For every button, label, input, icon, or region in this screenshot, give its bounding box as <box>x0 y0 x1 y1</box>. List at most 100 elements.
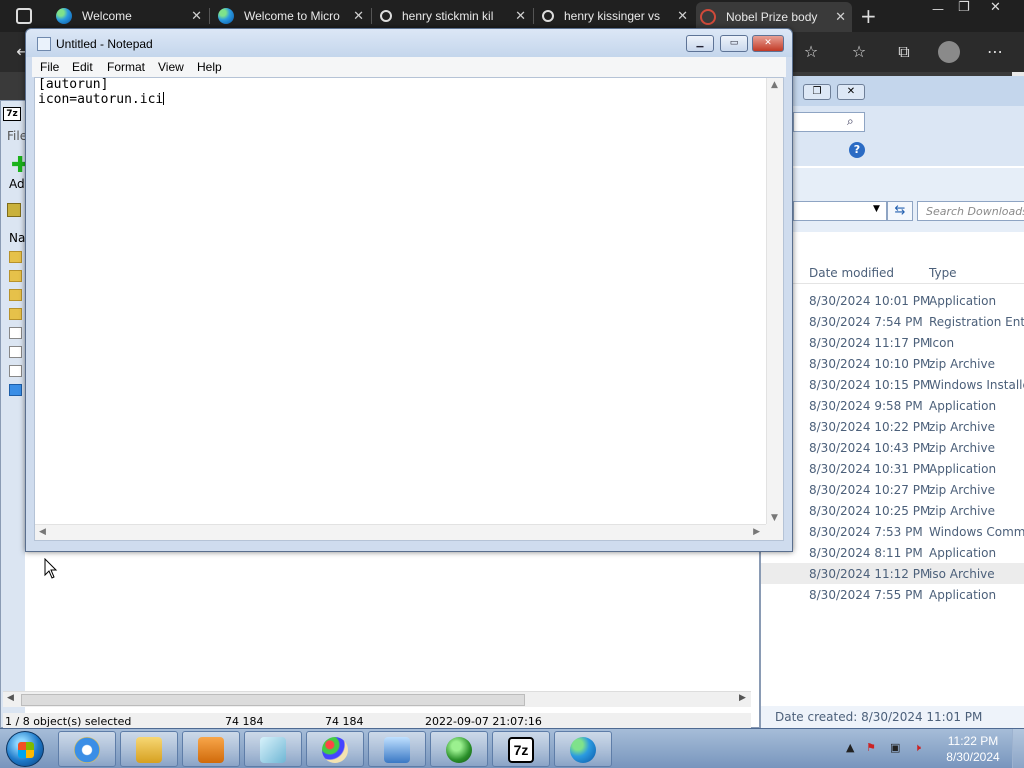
notepad-vertical-scrollbar[interactable]: ▲ ▼ <box>766 78 783 525</box>
status-modified: 2022-09-07 21:07:16 <box>425 715 542 728</box>
menu-edit[interactable]: Edit <box>72 60 93 74</box>
taskbar-media-player[interactable] <box>182 731 240 767</box>
column-type[interactable]: Type <box>929 266 957 280</box>
close-icon[interactable]: ✕ <box>353 8 364 24</box>
cell-date-modified: 8/30/2024 11:17 PM <box>809 336 931 350</box>
notepad-titlebar[interactable]: Untitled - Notepad ▁ ▭ ✕ <box>26 29 792 57</box>
clock-date[interactable]: 8/30/2024 <box>940 750 1006 764</box>
table-row[interactable]: 8/30/2024 10:31 PM Application <box>761 458 1024 479</box>
close-icon[interactable]: ✕ <box>835 9 846 25</box>
maximize-button[interactable]: ❐ <box>958 0 970 15</box>
menu-format[interactable]: Format <box>107 60 145 74</box>
sevenzip-horizontal-scrollbar[interactable]: ◀ ▶ <box>3 691 751 707</box>
notepad-close-button[interactable]: ✕ <box>752 35 784 52</box>
explorer-address-box[interactable] <box>793 112 865 132</box>
taskbar-7zip[interactable]: 7z <box>492 731 550 767</box>
show-hidden-icons[interactable]: ▲ <box>846 741 854 754</box>
table-row[interactable]: 8/30/2024 11:12 PM iso Archive <box>761 563 1024 584</box>
taskbar-edge[interactable] <box>554 731 612 767</box>
menu-help[interactable]: Help <box>197 60 222 74</box>
taskbar-internet-explorer[interactable] <box>58 731 116 767</box>
selected-file-icon[interactable] <box>9 384 22 396</box>
close-icon[interactable]: ✕ <box>515 8 526 24</box>
table-row[interactable]: 8/30/2024 7:53 PM Windows Command <box>761 521 1024 542</box>
tab-actions-icon[interactable] <box>16 8 32 24</box>
taskbar-paint[interactable] <box>306 731 364 767</box>
folder-icon[interactable] <box>9 308 22 320</box>
table-row[interactable]: 8/30/2024 10:01 PM Application <box>761 290 1024 311</box>
volume-muted-icon[interactable]: 🕨 <box>914 741 921 755</box>
network-tray-icon[interactable]: ▣ <box>890 741 900 754</box>
scroll-thumb[interactable] <box>21 694 525 706</box>
chevron-down-icon[interactable]: ▼ <box>873 204 880 214</box>
refresh-icon[interactable]: ⇆ <box>887 201 913 221</box>
table-row[interactable]: 8/30/2024 10:43 PM zip Archive <box>761 437 1024 458</box>
table-row[interactable]: 8/30/2024 7:54 PM Registration Entries <box>761 311 1024 332</box>
tab-henry-stickmin[interactable]: henry stickmin kil ✕ <box>376 4 534 28</box>
tab-label: henry kissinger vs <box>564 9 660 23</box>
table-row[interactable]: 8/30/2024 9:58 PM Application <box>761 395 1024 416</box>
table-row[interactable]: 8/30/2024 10:15 PMWindows Installer <box>761 374 1024 395</box>
table-row[interactable]: 8/30/2024 10:22 PM zip Archive <box>761 416 1024 437</box>
close-window-button[interactable]: ✕ <box>990 0 1001 15</box>
minimize-button[interactable]: — <box>932 2 944 16</box>
document-icon[interactable] <box>9 327 22 339</box>
up-folder-icon[interactable] <box>7 203 21 217</box>
cell-type: Application <box>929 546 997 560</box>
table-row[interactable]: 8/30/2024 7:55 PM Application <box>761 584 1024 605</box>
explorer-restore-button[interactable]: ❐ <box>803 84 831 100</box>
sevenzip-name-column[interactable]: Na <box>9 231 25 245</box>
notepad-maximize-button[interactable]: ▭ <box>720 35 748 52</box>
folder-icon[interactable] <box>9 289 22 301</box>
scroll-left-icon[interactable]: ◀ <box>39 527 46 537</box>
profile-avatar[interactable] <box>938 41 960 63</box>
favorites-icon[interactable]: ☆ <box>848 41 870 63</box>
taskbar-notepad[interactable] <box>244 731 302 767</box>
document-icon[interactable] <box>9 365 22 377</box>
favorite-add-icon[interactable]: ☆ <box>800 41 822 63</box>
tab-welcome[interactable]: Welcome ✕ <box>52 4 210 28</box>
show-desktop-button[interactable] <box>1012 729 1024 768</box>
table-row[interactable]: 8/30/2024 8:11 PM Application <box>761 542 1024 563</box>
start-button[interactable] <box>6 731 44 767</box>
table-row[interactable]: 8/30/2024 10:27 PM zip Archive <box>761 479 1024 500</box>
table-row[interactable]: 8/30/2024 10:25 PM zip Archive <box>761 500 1024 521</box>
document-icon[interactable] <box>9 346 22 358</box>
scroll-down-icon[interactable]: ▼ <box>771 513 778 523</box>
collections-icon[interactable]: ⧉ <box>893 41 915 63</box>
notepad-horizontal-scrollbar[interactable]: ◀ ▶ <box>35 524 766 540</box>
table-row[interactable]: 8/30/2024 11:17 PM Icon <box>761 332 1024 353</box>
search-icon[interactable]: ⌕ <box>847 114 854 129</box>
scroll-up-icon[interactable]: ▲ <box>771 80 778 90</box>
explorer-close-button[interactable]: ✕ <box>837 84 865 100</box>
scroll-right-icon[interactable]: ▶ <box>739 693 746 703</box>
status-size: 74 184 <box>225 715 264 728</box>
notepad-content[interactable]: [autorun] icon=autorun.ici <box>38 78 165 107</box>
search-downloads-input[interactable]: Search Downloads <box>917 201 1024 221</box>
taskbar-network[interactable] <box>368 731 426 767</box>
clock-time[interactable]: 11:22 PM <box>940 734 1006 748</box>
scroll-right-icon[interactable]: ▶ <box>753 527 760 537</box>
more-icon[interactable]: ⋯ <box>984 41 1006 63</box>
folder-icon[interactable] <box>9 251 22 263</box>
tab-henry-kissinger[interactable]: henry kissinger vs ✕ <box>538 4 694 28</box>
column-date-modified[interactable]: Date modified <box>809 266 894 280</box>
folder-icon[interactable] <box>9 270 22 282</box>
help-icon[interactable]: ? <box>849 142 865 158</box>
sevenzip-add-label[interactable]: Ad <box>9 177 25 191</box>
table-row[interactable]: 8/30/2024 10:10 PM zip Archive <box>761 353 1024 374</box>
menu-file[interactable]: File <box>40 60 59 74</box>
scroll-left-icon[interactable]: ◀ <box>7 693 14 703</box>
new-tab-button[interactable]: + <box>860 4 877 28</box>
taskbar-windows-explorer[interactable] <box>120 731 178 767</box>
size-grip[interactable] <box>766 524 783 540</box>
close-icon[interactable]: ✕ <box>677 8 688 24</box>
tab-welcome-microsoft[interactable]: Welcome to Micro ✕ <box>214 4 372 28</box>
cell-type: zip Archive <box>929 504 995 518</box>
menu-view[interactable]: View <box>158 60 184 74</box>
notepad-minimize-button[interactable]: ▁ <box>686 35 714 52</box>
notepad-text-area[interactable]: [autorun] icon=autorun.ici ▲ ▼ ◀ ▶ <box>34 77 784 541</box>
close-icon[interactable]: ✕ <box>191 8 202 24</box>
action-center-icon[interactable]: ⚑ <box>866 741 876 754</box>
taskbar-windows-orb[interactable] <box>430 731 488 767</box>
